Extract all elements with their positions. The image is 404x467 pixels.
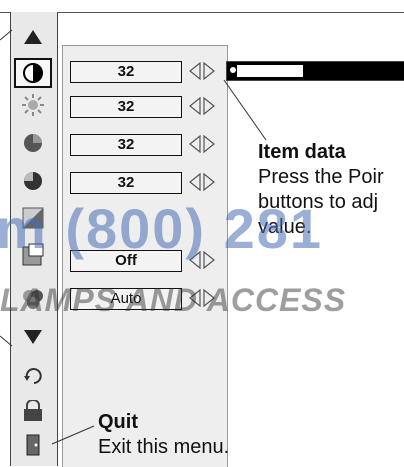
tint-adjust-arrows[interactable] xyxy=(188,172,216,192)
brightness-value: 32 xyxy=(70,96,182,118)
tint-button[interactable] xyxy=(14,166,52,196)
scroll-down-leader xyxy=(0,335,13,347)
reset-button[interactable] xyxy=(14,360,52,390)
color-value: 32 xyxy=(70,134,182,156)
down-arrow-icon xyxy=(24,330,42,344)
contrast-adjust-arrows[interactable] xyxy=(188,61,216,81)
reset-icon xyxy=(24,368,42,384)
slider-origin-dot xyxy=(230,67,236,73)
up-arrow-button[interactable] xyxy=(14,22,52,52)
phone-watermark: m (800) 281 xyxy=(0,197,324,260)
color-icon xyxy=(24,134,42,152)
slider-level xyxy=(237,65,303,77)
brightness-adjust-arrows[interactable] xyxy=(188,96,216,116)
quit-icon xyxy=(26,434,40,456)
contrast-value: 32 xyxy=(70,61,182,83)
window-top-edge xyxy=(0,12,404,13)
color-adjust-arrows[interactable] xyxy=(188,134,216,154)
brand-watermark: LAMPS AND ACCESS xyxy=(0,282,347,318)
brightness-icon xyxy=(22,94,44,116)
down-arrow-button[interactable] xyxy=(14,322,52,352)
quit-button[interactable] xyxy=(14,430,52,460)
scroll-up-leader xyxy=(0,29,13,41)
quit-leader xyxy=(51,425,95,445)
color-button[interactable] xyxy=(14,128,52,158)
contrast-icon xyxy=(23,63,43,83)
brightness-button[interactable] xyxy=(14,90,52,120)
item-data-title: Item data xyxy=(258,141,346,163)
contrast-button[interactable] xyxy=(14,58,52,88)
item-data-line1: Press the Poir xyxy=(258,166,384,188)
store-icon xyxy=(24,400,42,421)
tint-value: 32 xyxy=(70,172,182,194)
quit-text: Exit this menu. xyxy=(98,436,230,458)
store-button[interactable] xyxy=(14,396,52,426)
up-arrow-icon xyxy=(24,30,42,44)
quit-title: Quit xyxy=(98,411,138,433)
tint-icon xyxy=(24,172,42,190)
item-data-leader xyxy=(223,79,267,141)
